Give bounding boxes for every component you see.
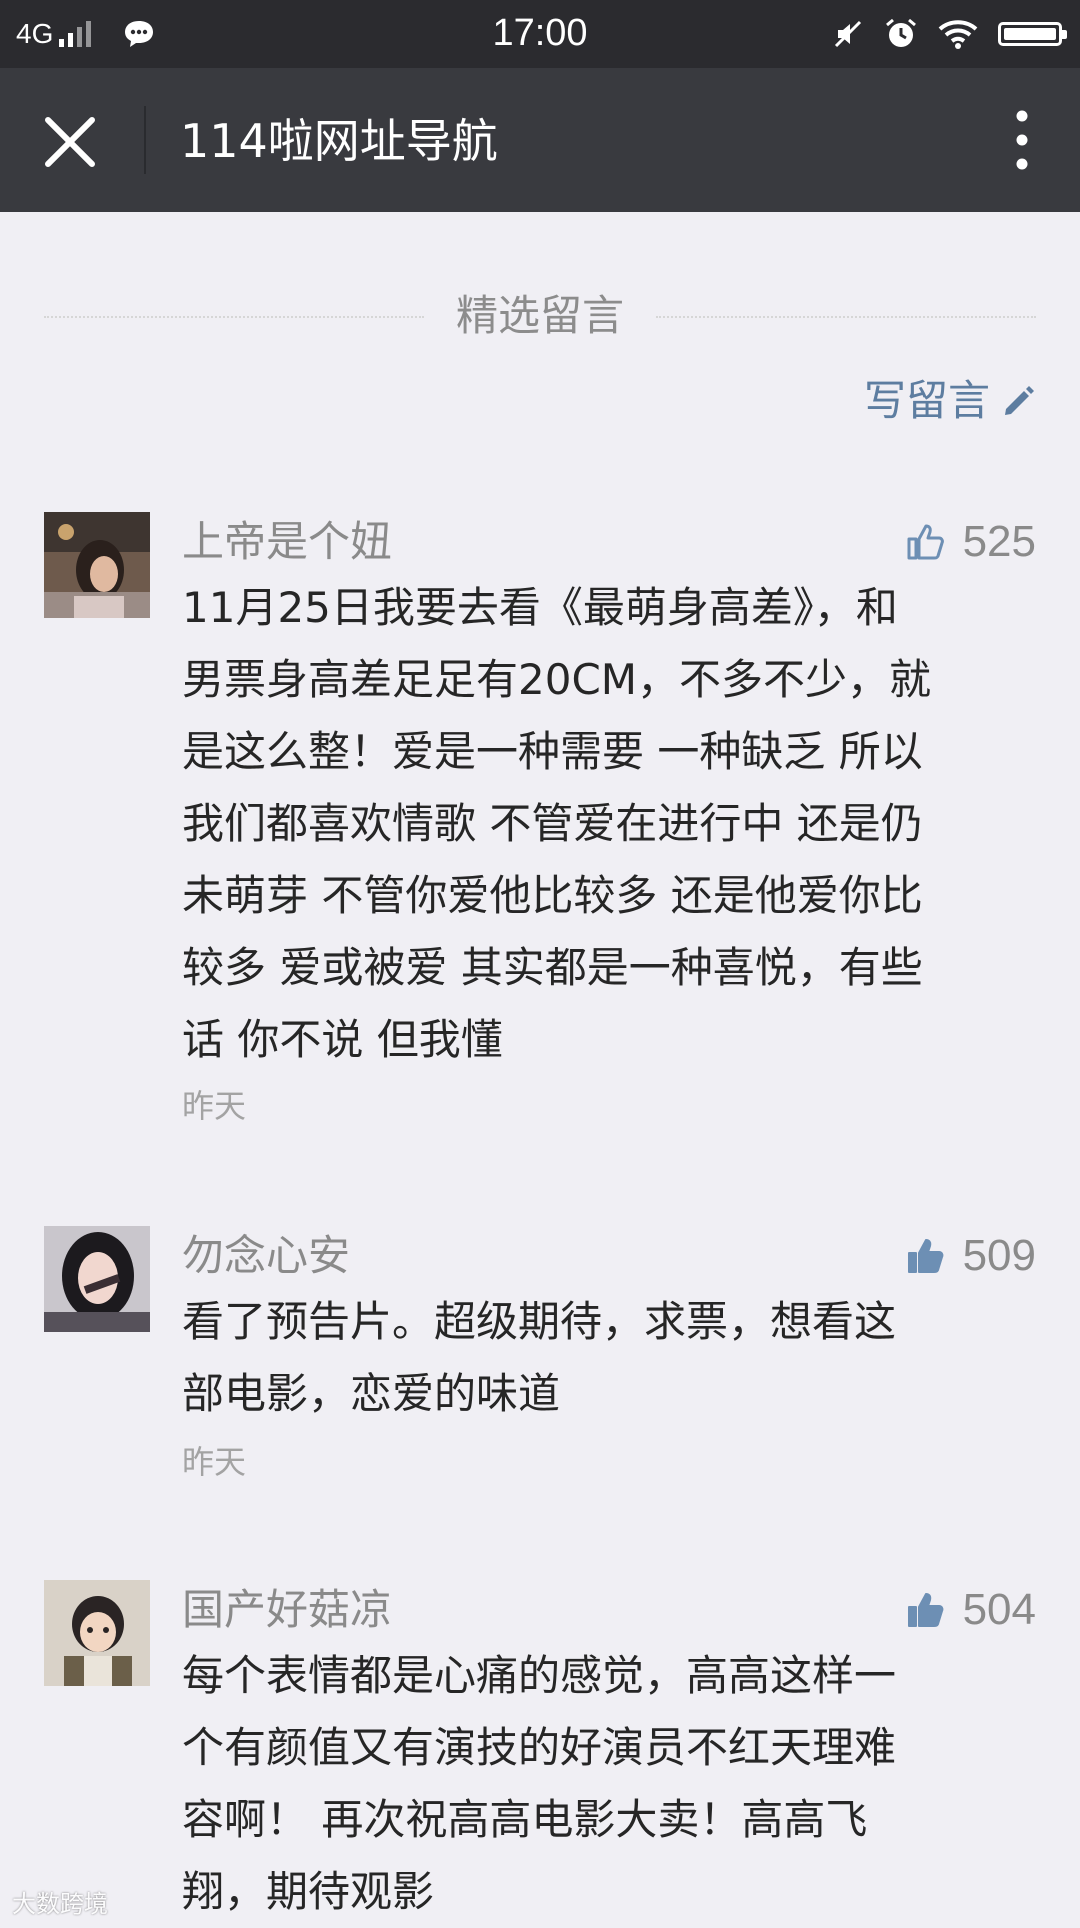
content-line: 未萌芽 不管你爱他比较多 还是他爱你比 — [182, 871, 923, 920]
comment-item: 上帝是个妞 525 11月25日我要去看《最萌身高差》，和 男票身高差足足有20… — [0, 512, 1080, 1132]
comment-item: 国产好菇凉 504 每个表情都是心痛的感觉，高高这样一 个有颜值又有演技的好演员… — [0, 1580, 1080, 1920]
content-line: 11月25日我要去看《最萌身高差》，和 — [182, 583, 898, 632]
alarm-icon — [886, 18, 916, 47]
watermark: 大数跨境 — [12, 1890, 108, 1918]
write-comment-label: 写留言 — [863, 376, 990, 425]
comment-time: 昨天 — [182, 1087, 247, 1125]
comment-nickname: 国产好菇凉 — [182, 1585, 393, 1634]
write-comment-link[interactable]: 写留言 — [864, 374, 1036, 428]
content-line: 较多 爱或被爱 其实都是一种喜悦，有些 — [182, 943, 923, 992]
title-bar: 114啦网址导航 — [0, 68, 1080, 212]
content-line: 部电影，恋爱的味道 — [182, 1369, 561, 1418]
avatar[interactable] — [44, 1580, 150, 1686]
comment-content: 11月25日我要去看《最萌身高差》，和 男票身高差足足有20CM，不多不少，就 … — [182, 572, 1042, 1076]
content-line: 翔，期待观影 — [182, 1867, 435, 1916]
content-line: 容啊！ 再次祝高高电影大卖！高高飞 — [182, 1795, 868, 1844]
thumbs-up-filled-icon — [907, 1593, 943, 1627]
close-button[interactable] — [42, 114, 98, 170]
content-line: 是这么整！爱是一种需要 一种缺乏 所以 — [182, 727, 923, 776]
comment-time: 昨天 — [182, 1443, 247, 1481]
pencil-icon — [1005, 386, 1034, 415]
thumbs-up-filled-icon — [907, 1239, 943, 1273]
like-button[interactable]: 525 — [905, 512, 1036, 572]
comment-nickname: 上帝是个妞 — [182, 517, 393, 566]
featured-comments-header: 精选留言 — [44, 288, 1036, 344]
like-count: 525 — [962, 517, 1036, 566]
content-line: 话 你不说 但我懂 — [182, 1015, 503, 1064]
comment-nickname: 勿念心安 — [182, 1231, 351, 1280]
more-vertical-icon — [1016, 110, 1028, 170]
like-button[interactable]: 509 — [905, 1226, 1036, 1286]
more-button[interactable] — [1002, 106, 1042, 174]
title-divider — [144, 106, 146, 174]
battery-charging-icon — [998, 22, 1067, 46]
content-line: 个有颜值又有演技的好演员不红天理难 — [182, 1723, 897, 1772]
content-line: 男票身高差足足有20CM，不多不少，就 — [182, 655, 932, 704]
like-button[interactable]: 504 — [905, 1580, 1036, 1640]
like-count: 504 — [962, 1585, 1036, 1634]
page-title: 114啦网址导航 — [180, 114, 498, 168]
comment-content: 每个表情都是心痛的感觉，高高这样一 个有颜值又有演技的好演员不红天理难 容啊！ … — [182, 1640, 1042, 1928]
wifi-icon — [938, 20, 978, 49]
avatar[interactable] — [44, 1226, 150, 1332]
comment-content: 看了预告片。超级期待，求票，想看这 部电影，恋爱的味道 — [182, 1286, 1042, 1430]
status-right — [832, 14, 1067, 54]
like-count: 509 — [962, 1231, 1036, 1280]
thumbs-up-outline-icon — [907, 524, 944, 560]
close-icon — [45, 117, 95, 167]
status-bar: 4G 17:00 — [0, 0, 1080, 68]
content-line: 每个表情都是心痛的感觉，高高这样一 — [182, 1651, 897, 1700]
content-line: 我们都喜欢情歌 不管爱在进行中 还是仍 — [182, 799, 923, 848]
section-title: 精选留言 — [44, 288, 1036, 344]
avatar[interactable] — [44, 512, 150, 618]
comment-item: 勿念心安 509 看了预告片。超级期待，求票，想看这 部电影，恋爱的味道 昨天 — [0, 1226, 1080, 1486]
mute-icon — [834, 20, 862, 48]
content-line: 看了预告片。超级期待，求票，想看这 — [182, 1297, 897, 1346]
